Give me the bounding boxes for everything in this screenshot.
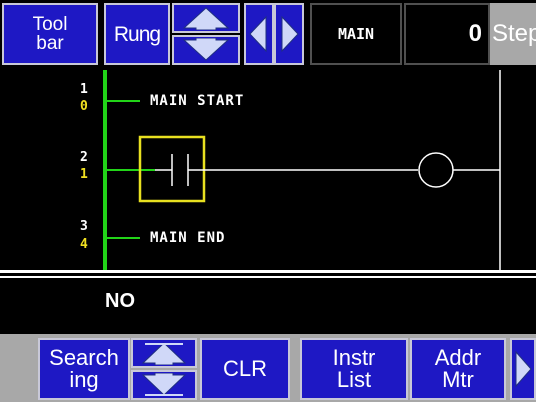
searching-button[interactable]: Search ing — [38, 338, 130, 400]
step-number-3: 4 — [80, 237, 88, 252]
toolbar-line2: bar — [36, 33, 64, 54]
next-page-button[interactable] — [510, 338, 536, 400]
instr-line1: Instr — [332, 345, 376, 370]
scroll-right-button[interactable] — [274, 3, 304, 65]
output-coil — [418, 152, 454, 188]
rung-label: Rung — [113, 22, 161, 46]
rung3-comment: MAIN END — [150, 230, 226, 246]
step-value-display: 0 — [404, 3, 490, 65]
rung-number-2: 2 — [80, 150, 88, 165]
status-text: NO — [105, 290, 135, 312]
rung-up-button[interactable] — [172, 3, 240, 33]
arrow-right-icon — [281, 15, 299, 53]
rung1-comment: MAIN START — [150, 93, 245, 109]
toolbar-button[interactable]: Tool bar — [2, 3, 98, 65]
rung-button[interactable]: Rung — [104, 3, 170, 65]
program-name: MAIN — [337, 25, 375, 43]
step-value: 0 — [468, 20, 482, 47]
search-down-button[interactable] — [131, 370, 197, 400]
search-down-icon — [141, 373, 187, 396]
step-label: Step — [492, 20, 536, 47]
arrow-right-icon — [515, 350, 532, 388]
clr-button[interactable]: CLR — [200, 338, 290, 400]
addr-line2: Mtr — [442, 367, 474, 392]
step-number-1: 0 — [80, 99, 88, 114]
search-up-icon — [141, 342, 187, 365]
program-name-display: MAIN — [310, 3, 402, 65]
step-label-box: Step — [490, 3, 536, 65]
scroll-left-button[interactable] — [244, 3, 274, 65]
separator-bottom — [0, 276, 536, 278]
arrow-up-icon — [182, 7, 230, 30]
instr-list-button[interactable]: Instr List — [300, 338, 408, 400]
arrow-down-icon — [182, 38, 230, 61]
rung-number-3: 3 — [80, 219, 88, 234]
toolbar-line1: Tool — [32, 14, 68, 35]
searching-line1: Search — [49, 345, 119, 370]
searching-line2: ing — [69, 367, 99, 392]
search-up-button[interactable] — [131, 338, 197, 368]
separator-top — [0, 270, 536, 273]
step-number-2: 1 — [80, 167, 88, 182]
rung-number-1: 1 — [80, 82, 88, 97]
instr-line2: List — [336, 367, 372, 392]
addr-mtr-button[interactable]: Addr Mtr — [410, 338, 506, 400]
arrow-left-icon — [249, 15, 267, 53]
rung-down-button[interactable] — [172, 35, 240, 65]
status-bar — [0, 283, 536, 333]
addr-line1: Addr — [434, 345, 482, 370]
clr-label: CLR — [222, 356, 267, 381]
